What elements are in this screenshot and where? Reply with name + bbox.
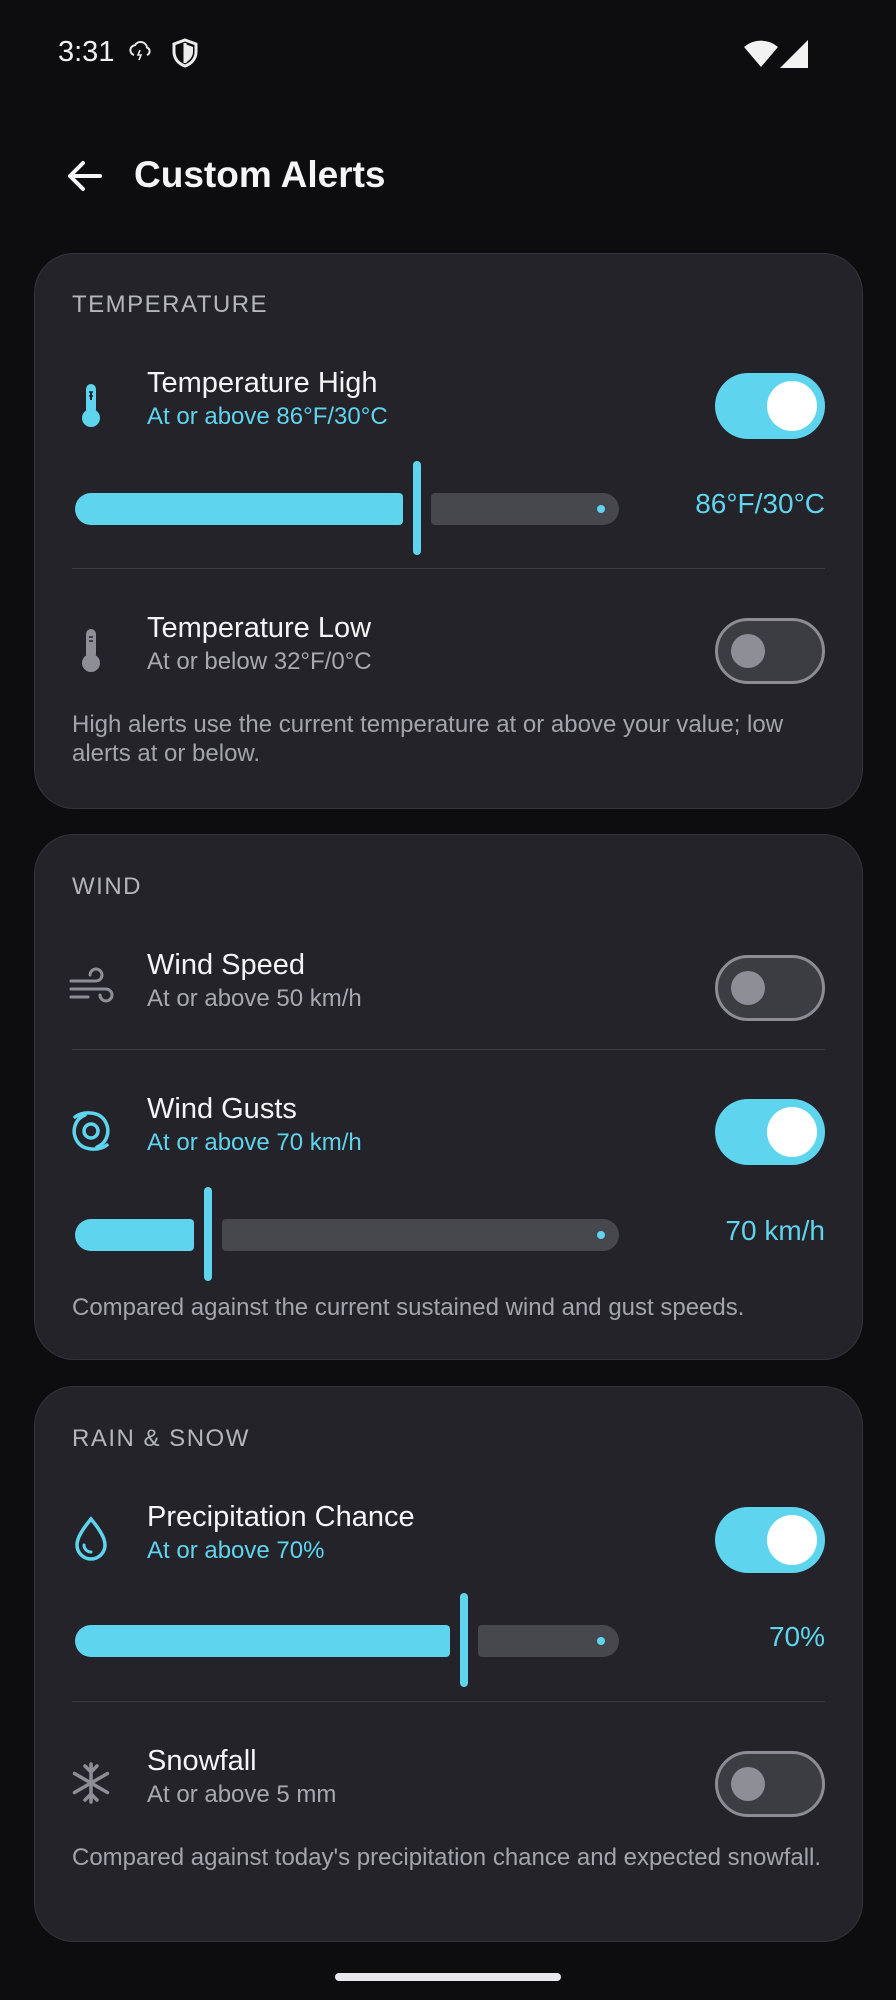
status-bar: 3:31: [0, 0, 896, 110]
wind-icon: [65, 961, 117, 1013]
precipitation-card: RAIN & SNOW Precipitation Chance At or a…: [34, 1386, 863, 1942]
alert-threshold: At or below 32°F/0°C: [147, 648, 372, 675]
slider-active-track: [75, 1625, 450, 1657]
slider-end-dot: [597, 1637, 605, 1645]
alert-threshold: At or above 86°F/30°C: [147, 403, 388, 430]
alert-row-temperature-low[interactable]: Temperature Low At or below 32°F/0°C: [35, 606, 862, 696]
shield-icon: [172, 38, 198, 73]
alert-title: Wind Gusts: [147, 1093, 297, 1125]
wind-card: WIND Wind Speed At or above 50 km/h Wind…: [34, 834, 863, 1360]
cyclone-icon: [65, 1105, 117, 1157]
help-text: Compared against the current sustained w…: [72, 1294, 745, 1321]
wind-gusts-slider[interactable]: [75, 1187, 655, 1281]
temperature-high-slider[interactable]: [75, 461, 655, 555]
slider-active-track: [75, 1219, 194, 1251]
wifi-icon: [744, 40, 778, 73]
alert-title: Temperature Low: [147, 612, 372, 644]
alert-title: Wind Speed: [147, 949, 305, 981]
slider-thumb[interactable]: [460, 1593, 468, 1687]
temperature-low-toggle[interactable]: [715, 618, 825, 684]
help-text: Compared against today's precipitation c…: [72, 1844, 822, 1871]
slider-thumb[interactable]: [413, 461, 421, 555]
slider-inactive-track: [222, 1219, 619, 1251]
divider: [72, 1701, 825, 1702]
toggle-knob: [767, 1515, 817, 1565]
alert-title: Precipitation Chance: [147, 1501, 415, 1533]
alert-row-precipitation-chance[interactable]: Precipitation Chance At or above 70%: [35, 1495, 862, 1585]
toggle-knob: [767, 1107, 817, 1157]
app-bar: Custom Alerts: [0, 140, 896, 212]
toggle-knob: [731, 971, 765, 1005]
signal-icon: [780, 40, 808, 73]
snowflake-icon: [65, 1757, 117, 1809]
slider-active-track: [75, 493, 403, 525]
slider-inactive-track: [431, 493, 619, 525]
precipitation-chance-slider[interactable]: [75, 1593, 655, 1687]
toggle-knob: [731, 634, 765, 668]
alert-title: Snowfall: [147, 1745, 257, 1777]
water-drop-icon: [65, 1513, 117, 1565]
page-title: Custom Alerts: [134, 154, 386, 195]
divider: [72, 568, 825, 569]
alert-row-snowfall[interactable]: Snowfall At or above 5 mm: [35, 1739, 862, 1829]
home-indicator[interactable]: [335, 1973, 561, 1981]
section-label-temperature: TEMPERATURE: [72, 291, 269, 318]
slider-thumb[interactable]: [204, 1187, 212, 1281]
help-text: High alerts use the current temperature …: [72, 711, 784, 767]
temperature-high-toggle[interactable]: [715, 373, 825, 439]
precipitation-chance-toggle[interactable]: [715, 1507, 825, 1573]
alert-threshold: At or above 50 km/h: [147, 985, 362, 1012]
back-arrow-icon: [66, 160, 102, 197]
alert-threshold: At or above 70%: [147, 1537, 325, 1564]
wind-speed-toggle[interactable]: [715, 955, 825, 1021]
status-time: 3:31: [58, 36, 115, 68]
divider: [72, 1049, 825, 1050]
toggle-knob: [731, 1767, 765, 1801]
wind-gusts-toggle[interactable]: [715, 1099, 825, 1165]
toggle-knob: [767, 381, 817, 431]
thermometer-icon: [65, 379, 117, 431]
alert-row-wind-speed[interactable]: Wind Speed At or above 50 km/h: [35, 943, 862, 1033]
snowfall-toggle[interactable]: [715, 1751, 825, 1817]
slider-end-dot: [597, 1231, 605, 1239]
alert-threshold: At or above 70 km/h: [147, 1129, 362, 1156]
alert-row-wind-gusts[interactable]: Wind Gusts At or above 70 km/h: [35, 1087, 862, 1177]
temperature-card: TEMPERATURE Temperature High At or above…: [34, 253, 863, 809]
slider-end-dot: [597, 505, 605, 513]
section-label-wind: WIND: [72, 873, 142, 900]
alert-row-temperature-high[interactable]: Temperature High At or above 86°F/30°C: [35, 361, 862, 451]
weather-alert-icon: [128, 40, 152, 71]
alert-title: Temperature High: [147, 367, 378, 399]
alert-threshold: At or above 5 mm: [147, 1781, 337, 1808]
slider-value: 86°F/30°C: [695, 488, 825, 519]
slider-value: 70%: [768, 1621, 825, 1652]
slider-value: 70 km/h: [725, 1215, 825, 1246]
section-label-precipitation: RAIN & SNOW: [72, 1425, 250, 1452]
back-button[interactable]: [58, 152, 110, 204]
thermometer-icon: [65, 624, 117, 676]
